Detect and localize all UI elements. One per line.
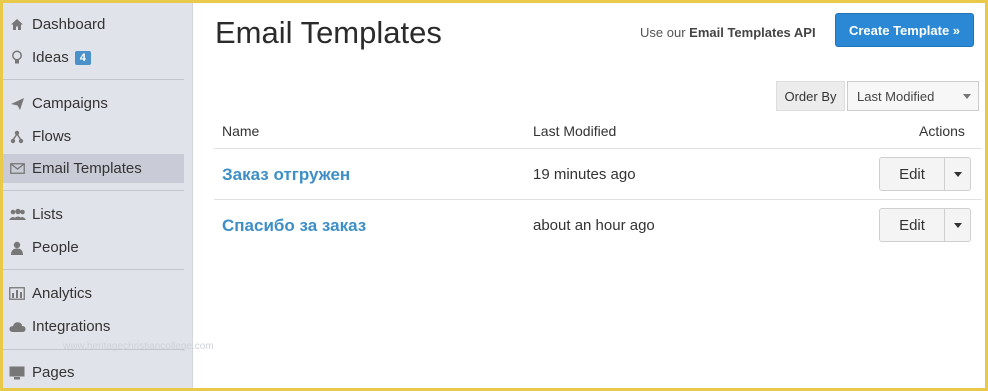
edit-button-group: Edit (879, 208, 971, 242)
users-icon (8, 206, 26, 224)
sidebar-item-label: Campaigns (32, 95, 108, 112)
sidebar-item-label: Pages (32, 364, 75, 381)
sidebar-item-label: People (32, 239, 79, 256)
edit-button[interactable]: Edit (880, 158, 945, 190)
sidebar-item-label: Integrations (32, 318, 111, 335)
caret-down-icon (954, 172, 962, 177)
table-divider (214, 199, 982, 200)
page-title: Email Templates (215, 15, 442, 50)
edit-dropdown-toggle[interactable] (945, 209, 970, 241)
api-hint-prefix: Use our (640, 25, 686, 40)
sidebar-item-analytics[interactable]: Analytics (3, 279, 184, 308)
lightbulb-icon (8, 49, 26, 67)
sidebar-item-ideas[interactable]: Ideas 4 (3, 43, 184, 72)
sidebar-item-campaigns[interactable]: Campaigns (3, 89, 184, 118)
cloud-icon (8, 318, 26, 336)
order-by-select[interactable]: Last Modified (847, 81, 979, 111)
sidebar-item-label: Analytics (32, 285, 93, 302)
sidebar-divider (3, 269, 184, 270)
template-name-link[interactable]: Заказ отгружен (222, 165, 350, 185)
caret-down-icon (954, 223, 962, 228)
chevron-down-icon (963, 94, 971, 99)
edit-button[interactable]: Edit (880, 209, 945, 241)
order-by-value: Last Modified (857, 88, 935, 104)
ideas-count-badge: 4 (74, 50, 91, 65)
sidebar-item-label: Dashboard (32, 16, 106, 33)
sidebar-item-pages[interactable]: Pages (3, 358, 184, 387)
sidebar-item-email-templates[interactable]: Email Templates (3, 154, 184, 183)
sidebar-item-label: Lists (32, 206, 63, 223)
sidebar-item-people[interactable]: People (3, 233, 184, 262)
sidebar-item-integrations[interactable]: Integrations (3, 312, 184, 341)
sidebar-item-dashboard[interactable]: Dashboard (3, 10, 184, 39)
app-window: Dashboard Ideas 4 Campaigns Flows Email … (3, 3, 985, 388)
sidebar-item-label: Flows (32, 128, 72, 145)
template-name-link[interactable]: Спасибо за заказ (222, 216, 366, 236)
sidebar-divider (3, 349, 184, 350)
sidebar-item-label: Email Templates (32, 160, 142, 177)
sidebar-item-lists[interactable]: Lists (3, 200, 184, 229)
edit-dropdown-toggle[interactable] (945, 158, 970, 190)
envelope-icon (8, 160, 26, 178)
watermark: www.heritagechristiancollege.com (63, 341, 214, 352)
column-header-actions: Actions (919, 123, 965, 139)
api-hint: Use our Email Templates API (640, 25, 816, 40)
sidebar-item-flows[interactable]: Flows (3, 122, 184, 151)
sidebar-divider (3, 190, 184, 191)
template-last-modified: about an hour ago (533, 217, 655, 234)
column-header-last-modified: Last Modified (533, 123, 617, 139)
order-by-label: Order By (776, 81, 845, 111)
main-content: Email Templates Use our Email Templates … (194, 3, 985, 388)
api-docs-link[interactable]: Email Templates API (689, 25, 815, 40)
sidebar-divider (3, 79, 184, 80)
user-icon (8, 239, 26, 257)
paper-plane-icon (8, 95, 26, 113)
template-last-modified: 19 minutes ago (533, 166, 636, 183)
bar-chart-icon (8, 285, 26, 303)
column-header-name: Name (222, 123, 260, 139)
flow-icon (8, 128, 26, 146)
monitor-icon (8, 364, 26, 382)
table-divider (214, 148, 982, 149)
create-template-button[interactable]: Create Template » (835, 13, 974, 47)
sidebar: Dashboard Ideas 4 Campaigns Flows Email … (3, 3, 214, 388)
home-icon (8, 16, 26, 34)
sidebar-item-label: Ideas (32, 49, 69, 66)
edit-button-group: Edit (879, 157, 971, 191)
